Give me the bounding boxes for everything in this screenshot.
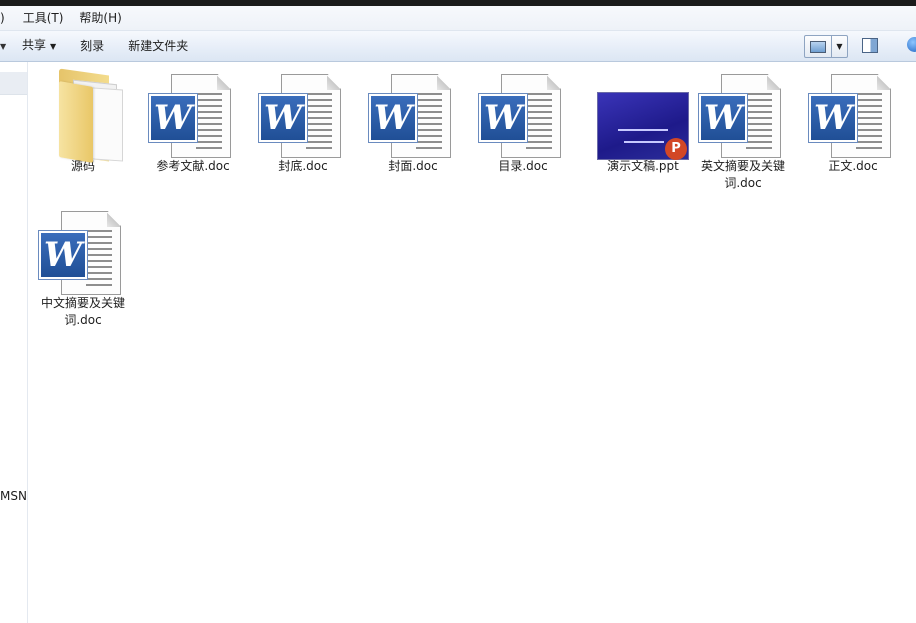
file-item-doc[interactable]: W 封底.doc [253, 66, 353, 175]
file-name: 中文摘要及关键词.doc [40, 296, 125, 327]
menu-item-view[interactable]: ) [0, 6, 15, 30]
file-item-doc[interactable]: W 参考文献.doc [143, 66, 243, 175]
new-folder-button[interactable]: 新建文件夹 [116, 31, 200, 61]
share-button[interactable]: 共享 ▼ [10, 30, 68, 62]
nav-item-msn[interactable]: MSN [0, 489, 27, 503]
file-item-doc[interactable]: W 封面.doc [363, 66, 463, 175]
word-document-icon: W [473, 66, 573, 162]
word-document-icon: W [693, 66, 793, 162]
file-item-doc[interactable]: W 目录.doc [473, 66, 573, 175]
menu-item-help[interactable]: 帮助(H) [71, 6, 129, 30]
organize-caret-icon[interactable]: ▼ [0, 31, 10, 61]
file-item-folder[interactable]: 源码 [33, 66, 133, 175]
word-document-icon: W [33, 203, 133, 299]
navigation-pane: MSN [0, 62, 28, 623]
view-icon [810, 40, 826, 53]
chevron-down-icon: ▼ [836, 42, 843, 51]
word-document-icon: W [143, 66, 243, 162]
view-options: ▼ [804, 35, 848, 58]
file-item-doc[interactable]: W 正文.doc [803, 66, 903, 175]
preview-pane-icon[interactable] [862, 38, 878, 53]
command-bar: ▼ 共享 ▼ 刻录 新建文件夹 ▼ [0, 31, 916, 62]
change-view-button[interactable] [805, 36, 832, 57]
powerpoint-badge-icon: P [665, 138, 687, 160]
chevron-down-icon: ▼ [50, 42, 57, 51]
burn-button[interactable]: 刻录 [68, 31, 116, 61]
view-dropdown-button[interactable]: ▼ [832, 36, 847, 57]
word-document-icon: W [253, 66, 353, 162]
file-item-doc[interactable]: W 英文摘要及关键词.doc [693, 66, 793, 192]
powerpoint-icon: P [593, 66, 693, 162]
menu-bar: ) 工具(T) 帮助(H) [0, 6, 916, 31]
menu-item-tools[interactable]: 工具(T) [15, 6, 72, 30]
word-document-icon: W [803, 66, 903, 162]
folder-icon [33, 66, 133, 163]
share-label: 共享 [22, 38, 47, 52]
file-name: 英文摘要及关键词.doc [700, 159, 785, 190]
file-item-doc[interactable]: W 中文摘要及关键词.doc [33, 203, 133, 329]
word-document-icon: W [363, 66, 463, 162]
nav-item-selected[interactable] [0, 72, 27, 95]
file-item-ppt[interactable]: P 演示文稿.ppt [593, 66, 693, 175]
help-icon[interactable] [907, 37, 916, 52]
